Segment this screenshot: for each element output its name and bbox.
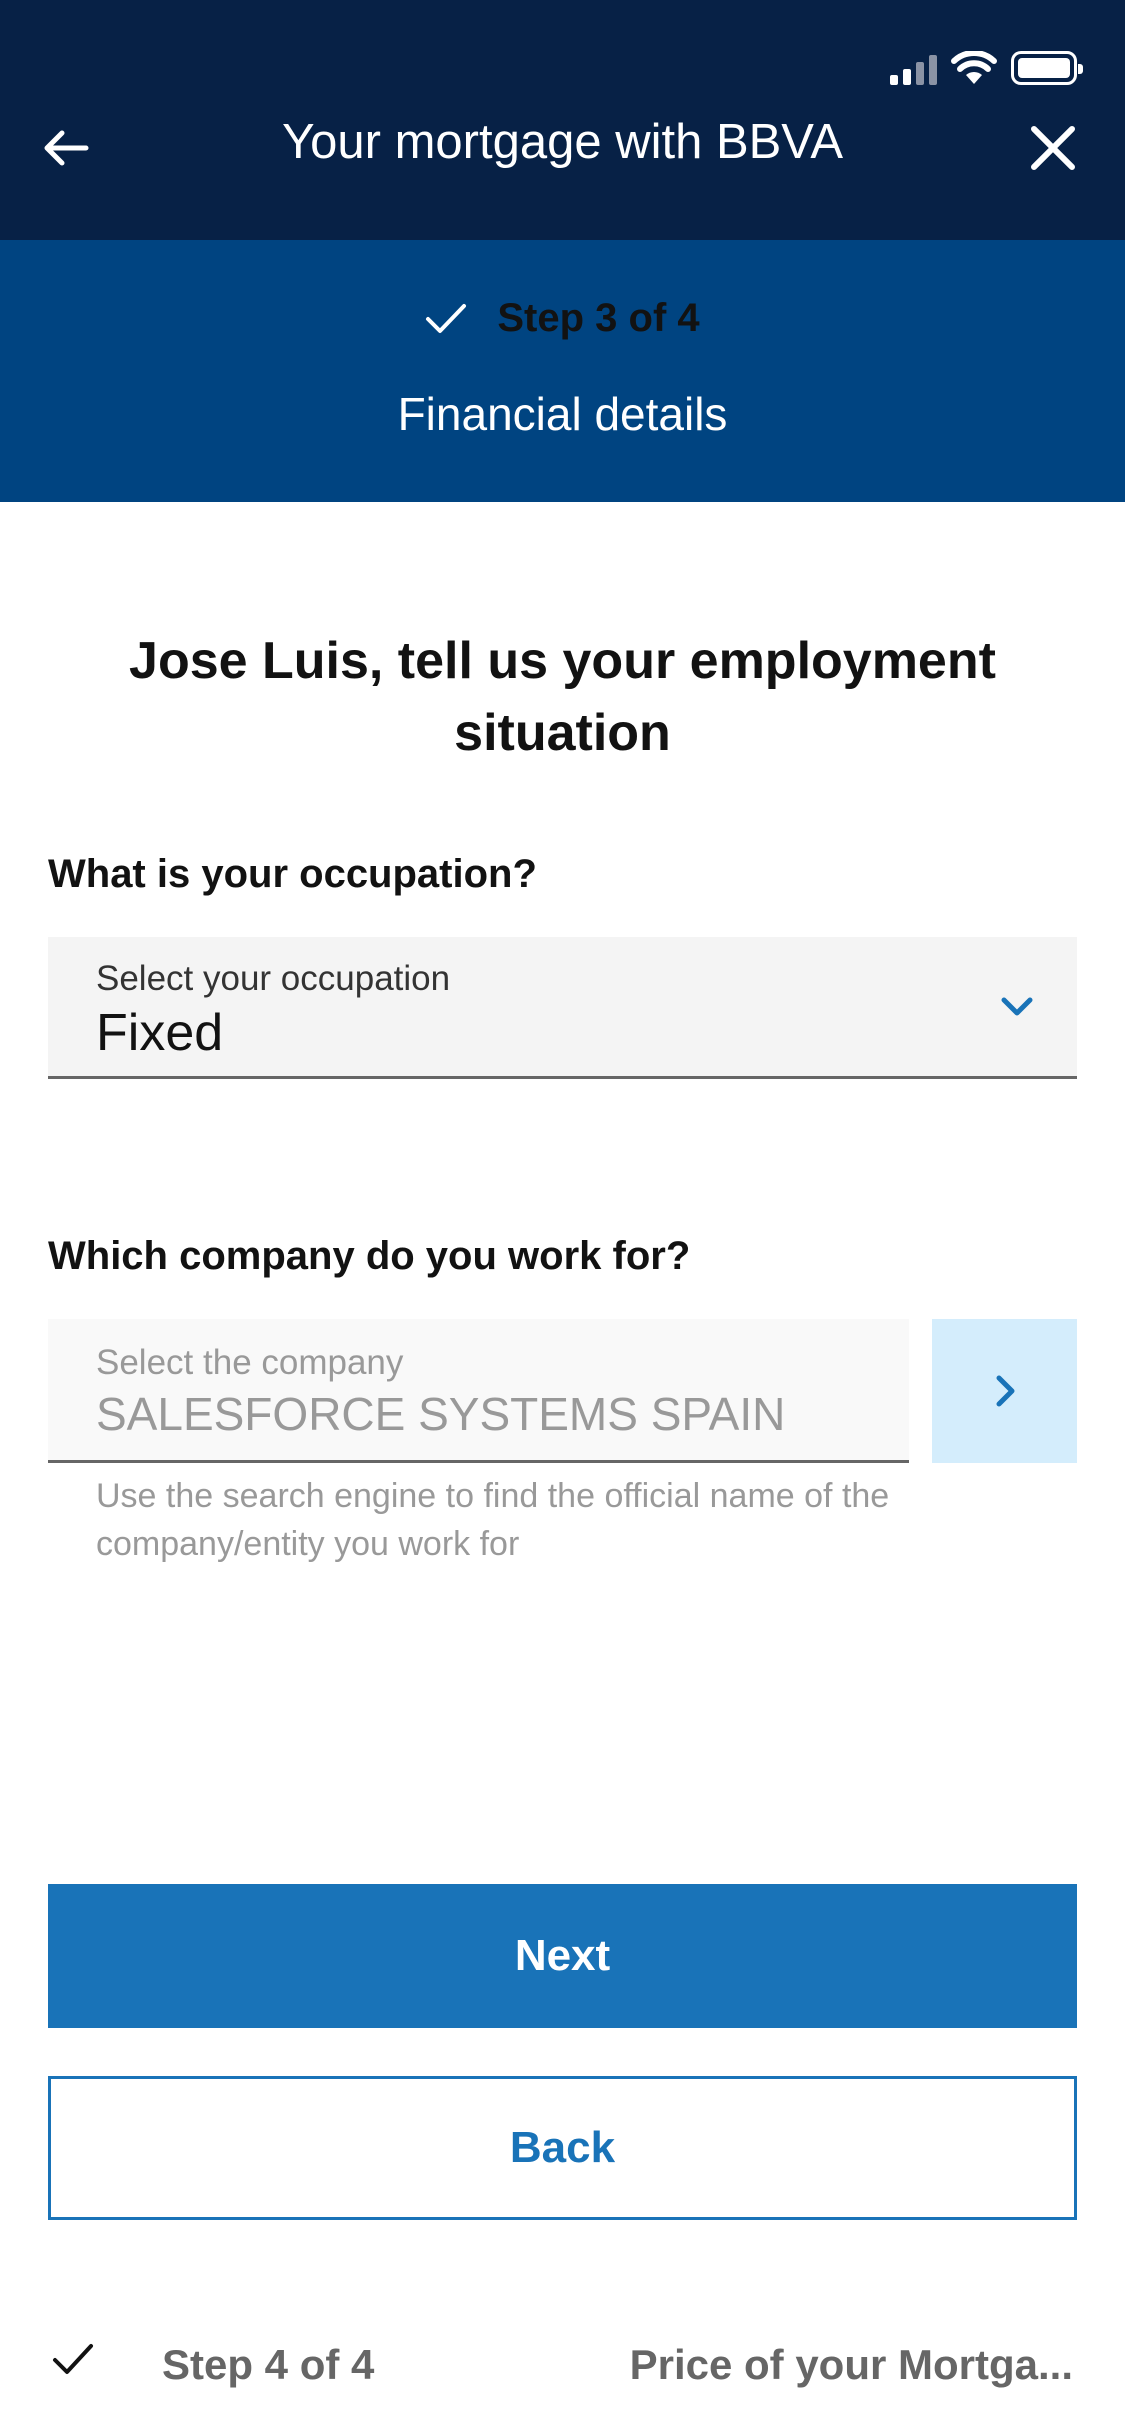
page-title: Your mortgage with BBVA: [281, 115, 844, 169]
current-step-name: Financial details: [397, 388, 728, 440]
wifi-icon: [951, 51, 997, 84]
company-field[interactable]: Select the company SALESFORCE SYSTEMS SP…: [48, 1319, 909, 1463]
occupation-question: What is your occupation?: [48, 852, 537, 896]
occupation-select[interactable]: Select your occupation Fixed: [48, 937, 1077, 1079]
occupation-select-value: Fixed: [96, 1004, 224, 1062]
close-button[interactable]: [1021, 116, 1085, 180]
company-helper-text: Use the search engine to find the offici…: [96, 1477, 890, 1563]
back-arrow-button[interactable]: [36, 118, 96, 178]
next-step-row: Step 4 of 4 Price of your Mortga...: [0, 2320, 1125, 2410]
back-button[interactable]: Back: [48, 2076, 1077, 2220]
step-indicator: [0, 240, 1125, 502]
company-field-label: Select the company: [96, 1343, 404, 1382]
current-step: Step 3 of 4: [0, 296, 1125, 341]
close-icon: [1031, 126, 1075, 170]
company-search-button[interactable]: [932, 1319, 1077, 1463]
company-field-value: SALESFORCE SYSTEMS SPAIN: [96, 1388, 786, 1440]
checkmark-icon: [53, 2344, 93, 2374]
app-header: Your mortgage with BBVA: [0, 0, 1125, 240]
battery-icon: [1011, 51, 1083, 85]
form-heading: Jose Luis, tell us your employment situa…: [129, 632, 996, 762]
arrow-left-icon: [44, 130, 89, 166]
checkmark-icon: [426, 303, 467, 333]
chevron-down-icon: [1001, 997, 1033, 1016]
next-step-name: Price of your Mortga...: [629, 2341, 1073, 2388]
company-question: Which company do you work for?: [48, 1234, 691, 1278]
chevron-right-icon: [996, 1375, 1014, 1407]
status-bar: [890, 48, 1083, 88]
next-step-label: Step 4 of 4: [162, 2341, 375, 2388]
occupation-select-label: Select your occupation: [96, 959, 451, 998]
current-step-label: Step 3 of 4: [497, 296, 700, 340]
next-button[interactable]: Next: [48, 1884, 1077, 2028]
cellular-signal-icon: [890, 51, 937, 85]
